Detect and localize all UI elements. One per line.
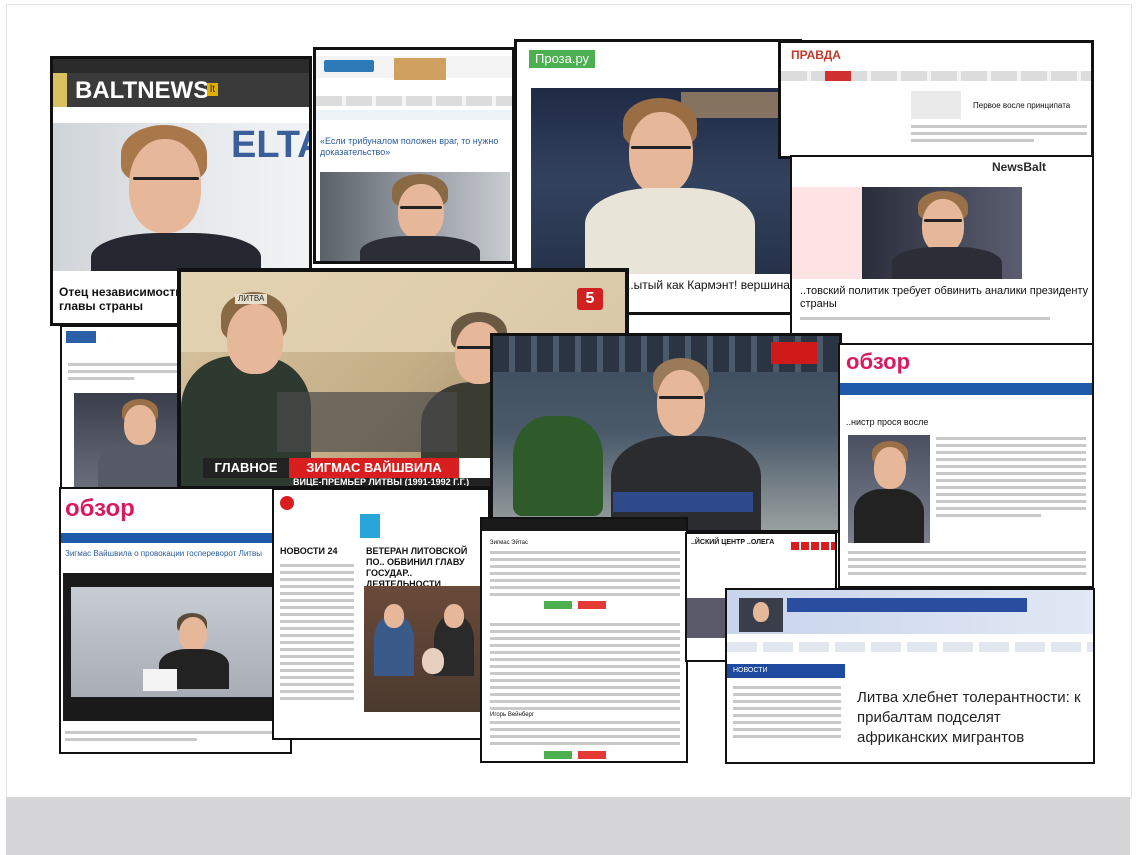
- partner-headline: Литва хлебнет толерантности: к прибалтам…: [857, 689, 1081, 746]
- partner-photo: [739, 598, 783, 632]
- proza-photo: [531, 88, 799, 274]
- clip-partner: НОВОСТИ Литва хлебнет толерантности: к п…: [725, 588, 1095, 764]
- baltnews-photo: ELTA: [53, 123, 309, 271]
- obzor-left-logo: обзор: [65, 495, 135, 522]
- article-author-b: Игорь Вейнберг: [490, 712, 535, 718]
- proza-caption: ..ытый как Кармэнт! вершина: [627, 278, 790, 292]
- clip-newsbalt: NewsBalt ..товский политик требует обвин…: [790, 155, 1094, 347]
- baltnews-logo: BALTNEWS: [75, 77, 210, 104]
- slide-footer-band: [6, 797, 1130, 855]
- kp2-section: НОВОСТИ 24: [280, 546, 338, 556]
- rubaltic-photo: [320, 172, 510, 261]
- channel5-number: 5: [577, 288, 603, 310]
- channel5-ticker-name: ЗИГМАС ВАЙШВИЛА: [289, 458, 459, 478]
- kp-logo: ПРАВДА: [791, 48, 841, 62]
- obzor-right-photo: [848, 435, 930, 543]
- small-left-photo: [74, 393, 184, 487]
- clip-obzor-left: обзор Зигмас Вайшвила о провокации госпе…: [59, 487, 292, 754]
- proza-logo: Проза.ру: [529, 50, 596, 68]
- obzor-right-headline: ..нистр прося восле: [846, 417, 929, 427]
- obzor-left-video: [63, 573, 288, 721]
- clip-small-left: [60, 325, 186, 490]
- clip-rubaltic: «Если трибуналом положен враг, то нужно …: [313, 47, 515, 264]
- article-author-a: Зигмас Эйтас: [490, 540, 528, 546]
- baltic-center-headline: ..ЙСКИЙ ЦЕНТР ..ОЛЕГА: [691, 539, 775, 546]
- clip-obzor-right: обзор ..нистр прося восле: [838, 343, 1094, 588]
- kp-headline: Первое восле принципата: [973, 101, 1071, 110]
- partner-section: НОВОСТИ: [727, 664, 845, 678]
- channel5-badge: ЛИТВА: [235, 294, 268, 304]
- kp2-headline: ВЕТЕРАН ЛИТОВСКОЙ ПО.. ОБВИНИЛ ГЛАВУ ГОС…: [366, 546, 468, 589]
- newsbalt-logo: NewsBalt: [992, 160, 1047, 174]
- channel5-ticker-left: ГЛАВНОЕ: [203, 458, 289, 478]
- baltic-center-photo: [687, 598, 727, 638]
- baltnews-logo-badge: lt: [207, 83, 218, 96]
- newsbalt-headline: ..товский политик требует обвинить анали…: [800, 285, 1089, 310]
- newsbalt-photo: [862, 187, 1022, 279]
- clip-kp: ПРАВДА Первое восле принципата: [778, 40, 1094, 159]
- baltnews-watermark: ELTA: [231, 124, 309, 166]
- rubaltic-headline: «Если трибуналом положен враг, то нужно …: [320, 136, 499, 157]
- clip-article-panel: Зигмас Эйтас Игорь Вейнберг: [480, 517, 688, 763]
- clip-kp2: НОВОСТИ 24 ВЕТЕРАН ЛИТОВСКОЙ ПО.. ОБВИНИ…: [272, 488, 490, 740]
- clip-outdoor: [490, 333, 842, 533]
- kp2-photo: [364, 586, 488, 712]
- obzor-right-logo: обзор: [846, 349, 911, 374]
- obzor-left-headline: Зигмас Вайшвила о провокации госпереворо…: [65, 549, 262, 558]
